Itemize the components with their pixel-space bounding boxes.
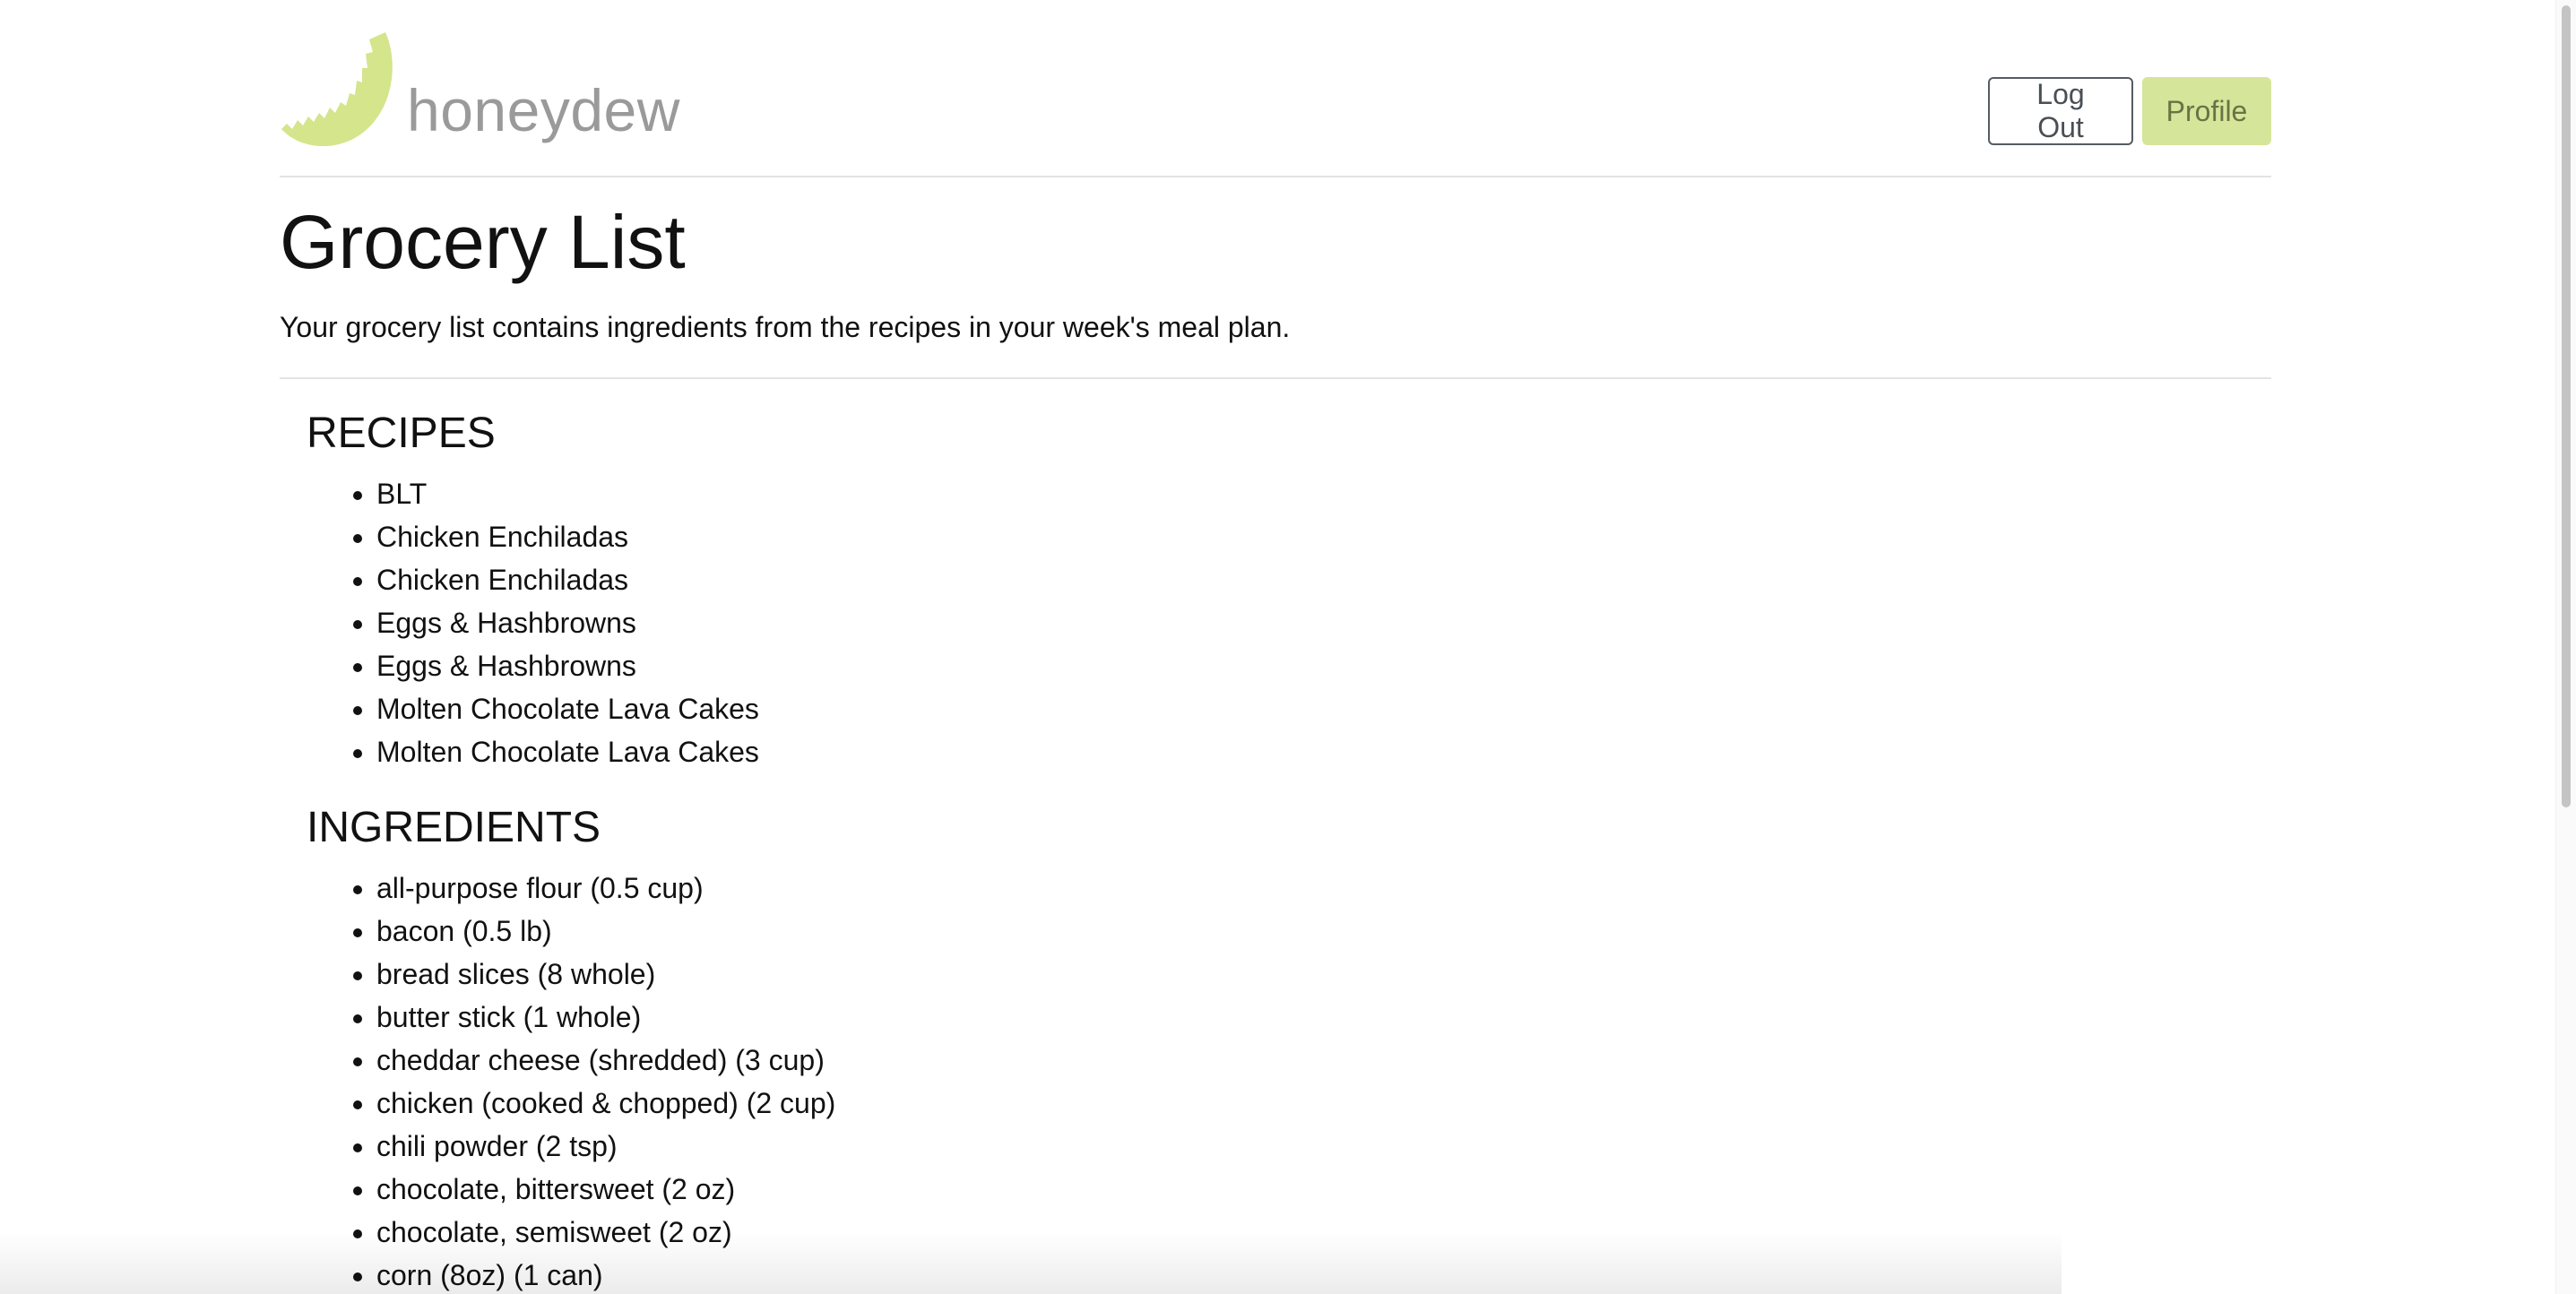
page-description: Your grocery list contains ingredients f… — [280, 311, 1291, 343]
ingredients-list: all-purpose flour (0.5 cup) bacon (0.5 l… — [307, 867, 835, 1294]
page-title: Grocery List — [280, 200, 686, 284]
ingredient-item: chocolate, bittersweet (2 oz) — [376, 1168, 835, 1211]
recipes-list: BLT Chicken Enchiladas Chicken Enchilada… — [307, 472, 759, 773]
recipe-item: Chicken Enchiladas — [376, 558, 759, 601]
page: honeydew Log Out Profile Grocery List Yo… — [0, 0, 2576, 1294]
recipe-item: Molten Chocolate Lava Cakes — [376, 687, 759, 730]
ingredient-item: butter stick (1 whole) — [376, 996, 835, 1039]
logout-button[interactable]: Log Out — [1988, 77, 2133, 145]
honeydew-melon-icon — [281, 32, 393, 147]
ingredient-item: bacon (0.5 lb) — [376, 910, 835, 953]
recipe-item: BLT — [376, 472, 759, 515]
profile-button[interactable]: Profile — [2142, 77, 2271, 145]
ingredients-heading: INGREDIENTS — [307, 804, 601, 851]
scrollbar-thumb[interactable] — [2562, 5, 2571, 807]
ingredient-item: chili powder (2 tsp) — [376, 1125, 835, 1168]
ingredient-item: bread slices (8 whole) — [376, 953, 835, 996]
recipe-item: Chicken Enchiladas — [376, 515, 759, 558]
recipe-item: Eggs & Hashbrowns — [376, 644, 759, 687]
ingredient-item: all-purpose flour (0.5 cup) — [376, 867, 835, 910]
recipe-item: Eggs & Hashbrowns — [376, 601, 759, 644]
ingredient-item: chocolate, semisweet (2 oz) — [376, 1211, 835, 1254]
vertical-scrollbar[interactable] — [2555, 0, 2576, 1294]
divider — [280, 377, 2271, 379]
nav-buttons: Log Out Profile — [1988, 77, 2271, 145]
ingredient-item: cheddar cheese (shredded) (3 cup) — [376, 1039, 835, 1082]
ingredient-item: chicken (cooked & chopped) (2 cup) — [376, 1082, 835, 1125]
recipes-heading: RECIPES — [307, 410, 496, 457]
main-container: honeydew Log Out Profile Grocery List Yo… — [280, 0, 2271, 1291]
brand-link[interactable]: honeydew — [280, 30, 680, 147]
brand-name: honeydew — [407, 77, 680, 143]
recipe-item: Molten Chocolate Lava Cakes — [376, 730, 759, 773]
ingredient-item: corn (8oz) (1 can) — [376, 1254, 835, 1294]
navbar: honeydew Log Out Profile — [280, 0, 2271, 177]
